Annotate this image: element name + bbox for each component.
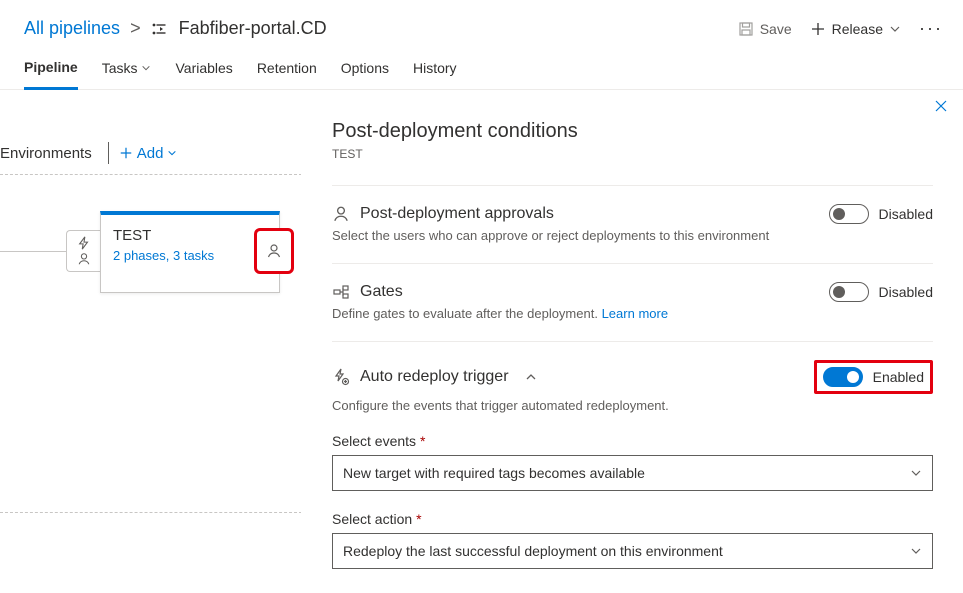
gates-title: Gates xyxy=(360,283,403,301)
chevron-down-icon xyxy=(141,63,151,73)
post-deployment-conditions-button[interactable] xyxy=(256,230,292,272)
pre-deployment-conditions-button[interactable] xyxy=(66,230,100,272)
select-action-value: Redeploy the last successful deployment … xyxy=(343,543,723,559)
add-environment-button[interactable]: Add xyxy=(119,145,178,162)
tab-tasks-label: Tasks xyxy=(102,60,138,76)
environments-title: Environments xyxy=(0,145,98,162)
select-events-label: Select events * xyxy=(332,433,933,449)
close-panel-button[interactable] xyxy=(933,98,949,114)
overflow-menu-button[interactable]: ··· xyxy=(919,18,943,39)
person-icon xyxy=(332,205,350,223)
gates-learn-more-link[interactable]: Learn more xyxy=(602,306,668,321)
divider xyxy=(108,142,109,164)
post-deployment-panel: Post-deployment conditions TEST Post-dep… xyxy=(302,90,963,583)
tab-retention-label: Retention xyxy=(257,60,317,76)
redeploy-toggle-highlight: Enabled xyxy=(814,360,933,394)
redeploy-description: Configure the events that trigger automa… xyxy=(332,398,933,413)
chevron-down-icon xyxy=(889,23,901,35)
person-icon xyxy=(77,252,91,266)
plus-icon xyxy=(119,146,133,160)
tab-pipeline-label: Pipeline xyxy=(24,59,78,75)
close-icon xyxy=(933,98,949,114)
tab-options[interactable]: Options xyxy=(341,49,389,89)
redeploy-title: Auto redeploy trigger xyxy=(360,368,509,386)
redeploy-toggle[interactable] xyxy=(823,367,863,387)
person-icon xyxy=(266,243,282,259)
breadcrumb-root[interactable]: All pipelines xyxy=(24,18,120,39)
redeploy-toggle-label: Enabled xyxy=(873,369,924,385)
select-action-dropdown[interactable]: Redeploy the last successful deployment … xyxy=(332,533,933,569)
plus-icon xyxy=(810,21,826,37)
gates-toggle-label: Disabled xyxy=(879,284,933,300)
release-button-label: Release xyxy=(832,21,883,37)
tab-history[interactable]: History xyxy=(413,49,457,89)
approvals-toggle[interactable] xyxy=(829,204,869,224)
breadcrumb: All pipelines > Fabfiber-portal.CD xyxy=(24,18,327,39)
chevron-down-icon xyxy=(910,545,922,557)
approvals-toggle-label: Disabled xyxy=(879,206,933,222)
tab-history-label: History xyxy=(413,60,457,76)
chevron-down-icon xyxy=(167,148,177,158)
chevron-down-icon xyxy=(910,467,922,479)
tab-variables-label: Variables xyxy=(175,60,232,76)
gates-icon xyxy=(332,283,350,301)
redeploy-icon xyxy=(332,368,350,386)
header-actions: Save Release ··· xyxy=(738,18,943,39)
stage-card[interactable]: TEST 2 phases, 3 tasks xyxy=(100,211,280,293)
tab-retention[interactable]: Retention xyxy=(257,49,317,89)
gates-desc-text: Define gates to evaluate after the deplo… xyxy=(332,306,598,321)
stage-tasks-link[interactable]: 2 phases, 3 tasks xyxy=(113,248,267,263)
approvals-title: Post-deployment approvals xyxy=(360,205,554,223)
save-icon xyxy=(738,21,754,37)
gates-description: Define gates to evaluate after the deplo… xyxy=(332,306,933,321)
add-environment-label: Add xyxy=(137,145,164,162)
select-action-label: Select action * xyxy=(332,511,933,527)
select-events-dropdown[interactable]: New target with required tags becomes av… xyxy=(332,455,933,491)
approvals-description: Select the users who can approve or reje… xyxy=(332,228,933,243)
release-button[interactable]: Release xyxy=(810,21,901,37)
pipeline-icon xyxy=(151,20,169,38)
save-button[interactable]: Save xyxy=(738,21,792,37)
tab-options-label: Options xyxy=(341,60,389,76)
gates-toggle[interactable] xyxy=(829,282,869,302)
panel-env-name: TEST xyxy=(332,147,933,161)
pipeline-canvas: Environments Add TEST 2 phases, 3 tasks xyxy=(0,90,302,583)
breadcrumb-current[interactable]: Fabfiber-portal.CD xyxy=(179,18,327,39)
tab-bar: Pipeline Tasks Variables Retention Optio… xyxy=(0,49,963,90)
select-events-value: New target with required tags becomes av… xyxy=(343,465,645,481)
save-button-label: Save xyxy=(760,21,792,37)
trigger-icon xyxy=(77,236,91,250)
chevron-up-icon[interactable] xyxy=(525,371,537,383)
panel-title: Post-deployment conditions xyxy=(332,120,933,143)
tab-tasks[interactable]: Tasks xyxy=(102,49,152,89)
breadcrumb-separator: > xyxy=(130,18,141,39)
tab-pipeline[interactable]: Pipeline xyxy=(24,49,78,90)
tab-variables[interactable]: Variables xyxy=(175,49,232,89)
stage-name: TEST xyxy=(113,227,267,244)
